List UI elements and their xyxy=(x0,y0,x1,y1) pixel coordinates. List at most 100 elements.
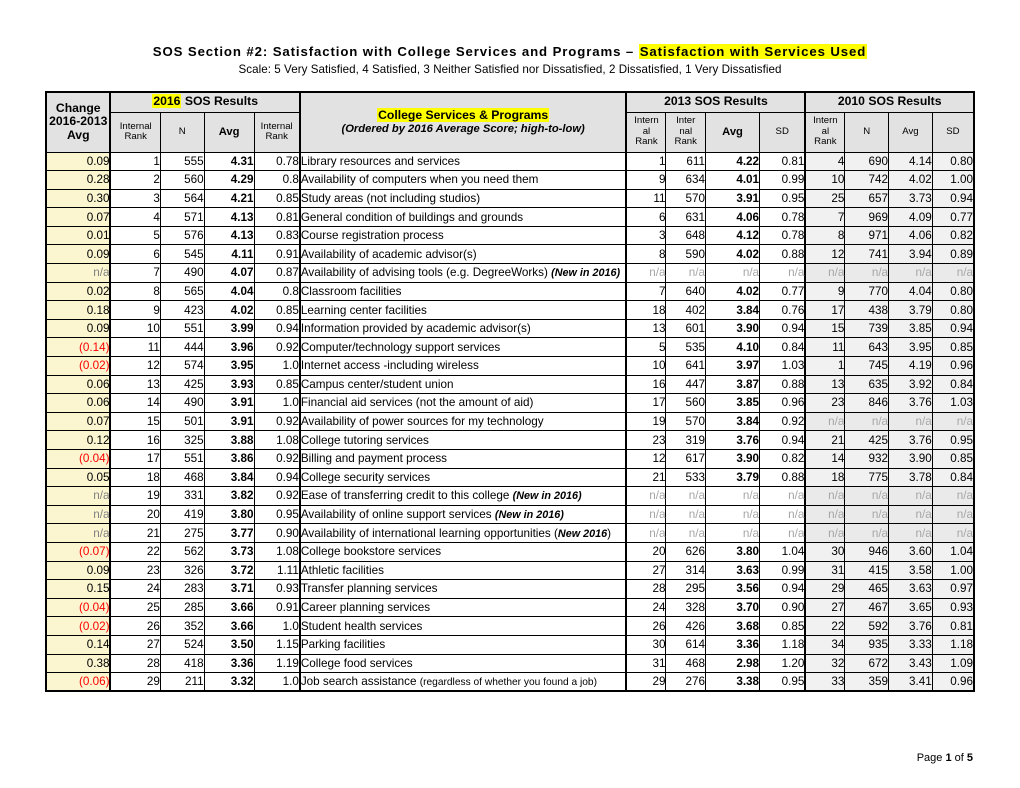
cell-avg16: 4.29 xyxy=(203,170,255,190)
cell-n10: 741 xyxy=(844,244,890,265)
cell-desc: Job search assistance (regardless of whe… xyxy=(298,672,628,692)
cell-sd13: 0.95 xyxy=(759,672,807,692)
table-row: 0.09 1 555 4.31 0.78 Library resources and se… xyxy=(44,151,975,172)
cell-sd10: 0.94 xyxy=(931,188,975,209)
cell-avg10: 3.65 xyxy=(888,597,933,618)
cell-r13b: 319 xyxy=(665,430,706,450)
cell-r10: 17 xyxy=(804,300,846,320)
cell-desc: College food services xyxy=(298,653,628,674)
cell-n10: 467 xyxy=(844,597,890,618)
hl9: nal xyxy=(679,125,693,137)
cell-r13b: 533 xyxy=(665,467,706,488)
cell-n16: 562 xyxy=(159,541,205,562)
cell-r16: 25 xyxy=(109,597,161,618)
cell-sd16: 1.0 xyxy=(253,393,301,413)
cell-sd13: 0.78 xyxy=(759,207,807,227)
cell-change: 0.15 xyxy=(44,579,111,599)
cell-r13a: 10 xyxy=(625,356,667,376)
cell-r13b: 631 xyxy=(665,207,706,227)
cell-avg16: 3.77 xyxy=(203,523,255,543)
cell-sd13: 1.20 xyxy=(759,653,807,674)
cell-desc: Computer/technology support services xyxy=(298,337,628,358)
cell-r16: 9 xyxy=(109,300,161,320)
cell-sd10: 0.97 xyxy=(931,579,975,599)
cell-sd13: 1.03 xyxy=(759,356,807,376)
service-label: College tutoring services xyxy=(300,433,429,447)
cell-r13b: 447 xyxy=(665,374,706,395)
cell-change: (0.07) xyxy=(44,541,111,562)
cell-avg10: 4.04 xyxy=(888,281,933,302)
table-row: 0.09 10 551 3.99 0.94 Information provided by… xyxy=(44,318,975,339)
cell-avg16: 3.91 xyxy=(203,393,255,413)
hl7: Rank xyxy=(635,136,658,148)
table-row: 0.07 15 501 3.91 0.92 Availability of power s… xyxy=(44,411,975,432)
cell-r16: 12 xyxy=(109,356,161,376)
cell-n16: 555 xyxy=(159,151,205,172)
service-note: (New in 2016) xyxy=(494,509,564,522)
cell-sd16: 0.85 xyxy=(253,374,301,395)
header-2016-internal-rank: Internal Rank xyxy=(109,111,161,153)
cell-r16: 24 xyxy=(109,579,161,599)
page-title: SOS Section #2: Satisfaction with Colleg… xyxy=(0,44,1020,59)
cell-change: 0.05 xyxy=(44,467,111,488)
cell-r13a: 26 xyxy=(625,616,667,636)
cell-n10: 742 xyxy=(844,170,890,190)
cell-desc: Availability of international learning o… xyxy=(298,523,628,543)
cell-avg10: 3.63 xyxy=(888,579,933,599)
cell-change: 0.06 xyxy=(44,393,111,413)
cell-avg16: 3.32 xyxy=(203,672,255,692)
cell-desc: Learning center facilities xyxy=(298,300,628,320)
table-row: 0.18 9 423 4.02 0.85 Learning center faciliti… xyxy=(44,300,975,320)
cell-r10: 27 xyxy=(804,597,846,618)
cell-sd13: 0.92 xyxy=(759,411,807,432)
cell-r16: 21 xyxy=(109,523,161,543)
cell-avg13: n/a xyxy=(704,523,761,543)
cell-sd13: 0.82 xyxy=(759,449,807,469)
cell-avg16: 3.93 xyxy=(203,374,255,395)
cell-r13a: 7 xyxy=(625,281,667,302)
cell-avg13: 4.01 xyxy=(704,170,761,190)
header-2010-internal-rank: Intern al Rank xyxy=(804,111,846,153)
cell-n10: 672 xyxy=(844,653,890,674)
cell-sd16: 0.78 xyxy=(253,151,301,172)
cell-sd16: 1.19 xyxy=(253,653,301,674)
table-row: 0.15 24 283 3.71 0.93 Transfer planning servi… xyxy=(44,579,975,599)
cell-desc: Availability of academic advisor(s) xyxy=(298,244,628,265)
cell-sd16: 1.08 xyxy=(253,430,301,450)
cell-change: 0.09 xyxy=(44,318,111,339)
cell-r10: 11 xyxy=(804,337,846,358)
cell-sd10: 0.96 xyxy=(931,672,975,692)
service-note: (New 2016) xyxy=(554,526,612,540)
cell-avg13: 2.98 xyxy=(704,653,761,674)
cell-r13a: 12 xyxy=(625,449,667,469)
cell-r13b: 617 xyxy=(665,449,706,469)
cell-sd10: 0.93 xyxy=(931,597,975,618)
cell-r16: 4 xyxy=(109,207,161,227)
table-row: 0.30 3 564 4.21 0.85 Study areas (not includi… xyxy=(44,188,975,209)
cell-sd10: 0.85 xyxy=(931,449,975,469)
service-label: Classroom facilities xyxy=(300,284,402,298)
cell-desc: Internet access -including wireless xyxy=(298,356,628,376)
cell-n16: 571 xyxy=(159,207,205,227)
cell-r13b: 601 xyxy=(665,318,706,339)
cell-change: (0.04) xyxy=(44,597,111,618)
cell-r13b: 426 xyxy=(665,616,706,636)
cell-sd16: 0.87 xyxy=(253,263,301,283)
cell-sd10: 0.81 xyxy=(931,616,975,636)
cell-desc: Athletic facilities xyxy=(298,560,628,581)
cell-n10: 846 xyxy=(844,393,890,413)
cell-r16: 3 xyxy=(109,188,161,209)
cell-avg16: 3.73 xyxy=(203,541,255,562)
cell-sd16: 0.90 xyxy=(253,523,301,543)
cell-r13a: 13 xyxy=(625,318,667,339)
cell-n10: n/a xyxy=(844,263,890,283)
cell-r10: 32 xyxy=(804,653,846,674)
cell-sd13: 0.90 xyxy=(759,597,807,618)
header-2013-avg: Avg xyxy=(704,111,761,153)
footer-total-pages: 5 xyxy=(966,752,973,764)
cell-r16: 8 xyxy=(109,281,161,302)
cell-n16: 490 xyxy=(159,393,205,413)
cell-r13a: 31 xyxy=(625,653,667,674)
service-label: Internet access -including wireless xyxy=(300,359,479,373)
header-group-2010: 2010 SOS Results xyxy=(804,91,975,113)
